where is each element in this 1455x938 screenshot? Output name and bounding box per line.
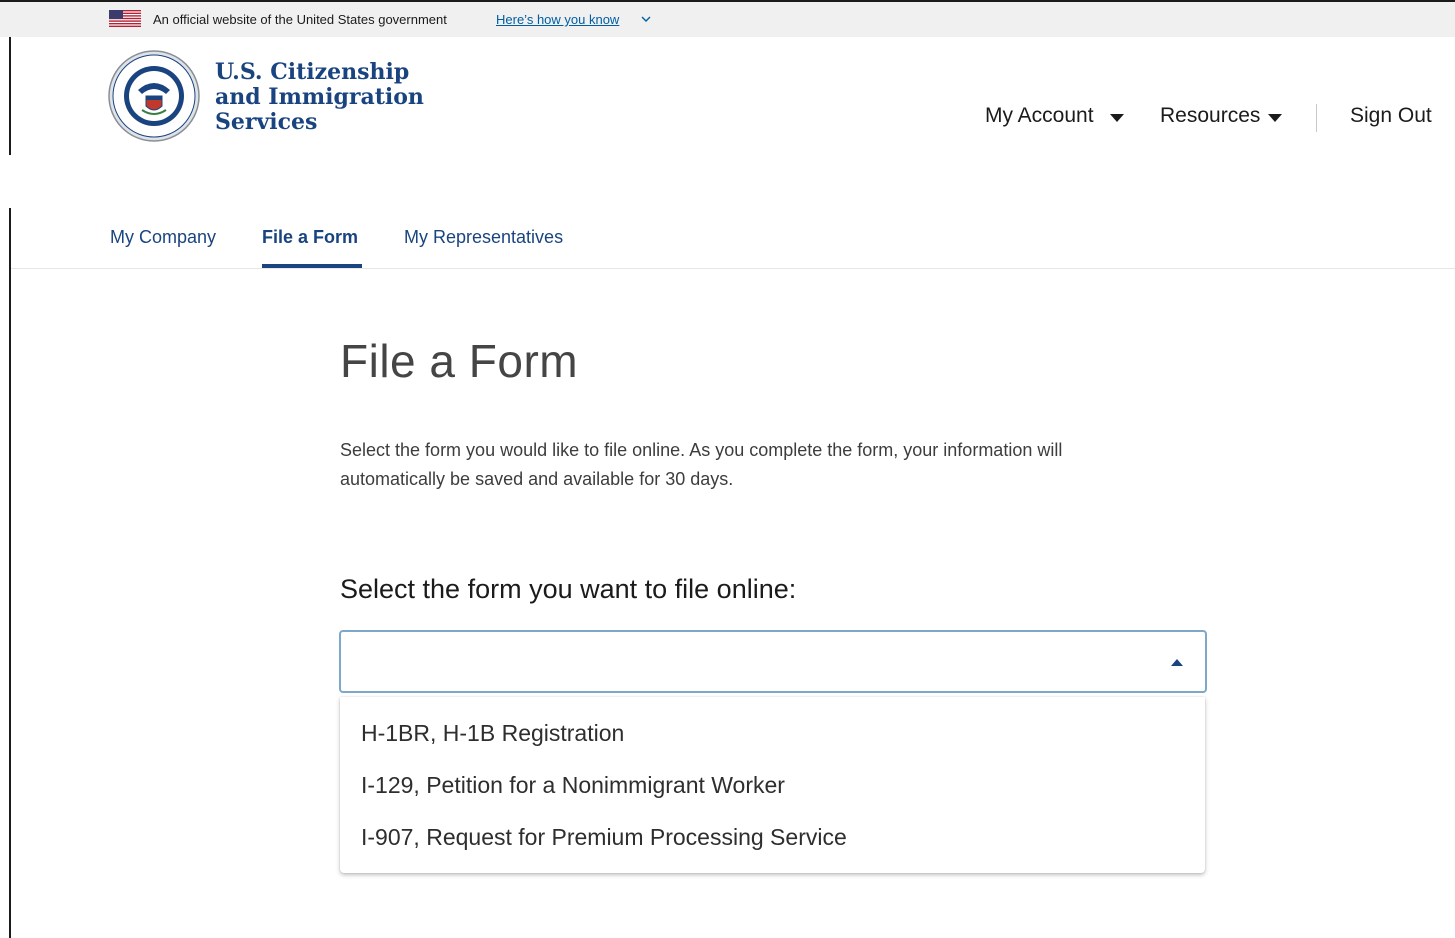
agency-name-line: and Immigration [215,84,424,110]
gov-banner-text: An official website of the United States… [153,12,447,27]
option-i-129[interactable]: I-129, Petition for a Nonimmigrant Worke… [361,772,785,799]
resources-menu[interactable]: Resources [1160,104,1260,128]
agency-name[interactable]: U.S. Citizenship and Immigration Service… [215,60,424,135]
caret-up-icon[interactable] [1171,659,1183,666]
agency-name-line: Services [215,109,318,135]
frame-edge [9,37,11,155]
us-flag-icon [109,10,141,27]
nav-divider [1316,104,1317,132]
form-select-label: Select the form you want to file online: [340,574,797,604]
gov-banner: An official website of the United States… [0,0,1455,37]
page-title: File a Form [340,335,579,387]
caret-down-icon[interactable] [1110,114,1124,122]
caret-down-icon[interactable] [1268,114,1282,122]
tabs-divider [11,268,1455,269]
heres-how-you-know-link[interactable]: Here’s how you know [496,12,619,27]
form-select-combobox[interactable] [339,630,1207,693]
intro-text: Select the form you would like to file o… [340,440,1063,489]
tab-file-a-form[interactable]: File a Form [262,227,358,248]
sign-out-link[interactable]: Sign Out [1350,104,1432,128]
agency-name-line: U.S. Citizenship [215,59,410,85]
frame-edge [9,208,11,938]
tab-my-representatives[interactable]: My Representatives [404,227,563,248]
chevron-down-icon[interactable] [640,14,652,24]
tab-my-company[interactable]: My Company [110,227,216,248]
option-h-1br[interactable]: H-1BR, H-1B Registration [361,720,624,747]
my-account-menu[interactable]: My Account [985,104,1094,128]
form-options-list: H-1BR, H-1B Registration I-129, Petition… [340,697,1205,873]
option-i-907[interactable]: I-907, Request for Premium Processing Se… [361,824,847,851]
dhs-seal-icon [108,50,200,142]
